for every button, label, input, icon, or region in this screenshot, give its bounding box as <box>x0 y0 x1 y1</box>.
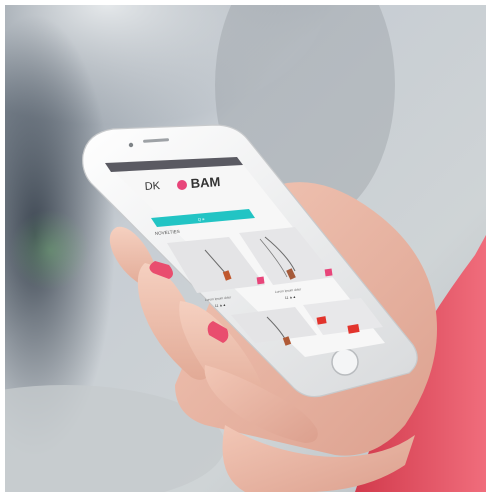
logo-dot <box>177 180 187 190</box>
photo-scene: DK BAM Q ≡ NOVELTIES Lorem ipsum dolor 1… <box>5 5 486 492</box>
home-button[interactable] <box>331 348 359 376</box>
add-to-cart-icon[interactable] <box>256 276 265 285</box>
logo-right: BAM <box>190 174 221 191</box>
logo-left: DK <box>144 180 161 193</box>
search-bar-label: Q ≡ <box>198 216 206 222</box>
phone-camera <box>128 142 134 148</box>
add-to-cart-icon[interactable] <box>324 268 333 277</box>
background-green-glow <box>10 210 90 290</box>
photo-frame: DK BAM Q ≡ NOVELTIES Lorem ipsum dolor 1… <box>5 5 486 492</box>
